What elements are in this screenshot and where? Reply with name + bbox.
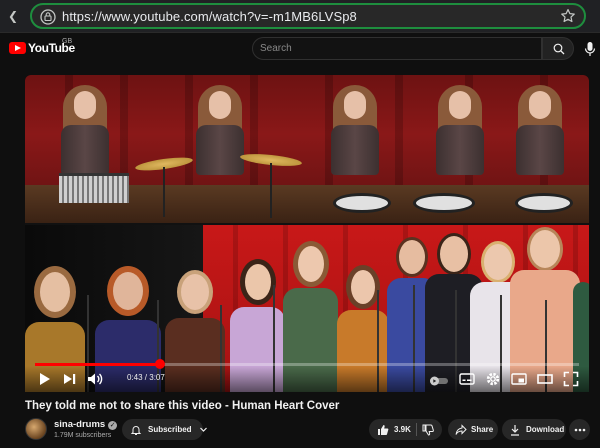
video-frame-drums [25, 75, 589, 223]
search-input[interactable] [253, 38, 541, 59]
subscriber-count: 1.79M subscribers [54, 432, 112, 439]
channel-avatar[interactable] [25, 418, 47, 440]
settings-icon[interactable] [485, 371, 501, 387]
search-button[interactable] [542, 37, 574, 60]
channel-name-row[interactable]: sina-drums ✓ [54, 419, 118, 430]
video-player[interactable]: 0:43 / 3:07 [25, 75, 589, 392]
browser-menu-icon[interactable]: ❮ [4, 7, 22, 25]
like-count[interactable]: 3.9K [394, 425, 411, 434]
verified-icon: ✓ [108, 421, 118, 430]
thumbs-up-icon[interactable] [377, 424, 389, 436]
chevron-down-icon [199, 427, 207, 432]
miniplayer-icon[interactable] [511, 371, 527, 387]
like-divider [415, 423, 417, 436]
subscribed-button[interactable]: Subscribed [122, 419, 207, 440]
address-bar[interactable]: https://www.youtube.com/watch?v=-m1MB6LV… [30, 3, 586, 29]
autoplay-toggle-icon[interactable] [429, 373, 449, 389]
thumbs-down-icon[interactable] [422, 424, 434, 436]
channel-name[interactable]: sina-drums [54, 419, 105, 430]
bell-icon [130, 425, 142, 435]
more-icon [574, 428, 585, 431]
subscribed-label: Subscribed [148, 425, 192, 434]
mic-icon[interactable] [583, 41, 597, 57]
download-icon [511, 424, 519, 436]
url-text[interactable]: https://www.youtube.com/watch?v=-m1MB6LV… [62, 9, 357, 24]
region-code: GB [62, 38, 73, 45]
download-button[interactable]: Download [502, 419, 566, 440]
tune-icon[interactable] [40, 9, 56, 25]
youtube-play-icon [9, 42, 26, 54]
share-button[interactable]: Share [448, 419, 498, 440]
volume-icon[interactable] [87, 371, 103, 387]
theater-icon[interactable] [537, 371, 553, 387]
time-display: 0:43 / 3:07 [127, 373, 165, 382]
play-icon[interactable] [39, 371, 51, 387]
share-icon [455, 423, 467, 435]
share-label: Share [471, 425, 494, 434]
player-controls: 0:43 / 3:07 [25, 366, 589, 392]
more-actions-button[interactable] [569, 419, 590, 440]
like-dislike-group: 3.9K [369, 419, 442, 440]
search-box[interactable] [252, 37, 542, 60]
subtitles-icon[interactable] [459, 371, 475, 387]
search-icon [553, 43, 565, 55]
fullscreen-icon[interactable] [563, 371, 579, 387]
download-label: Download [526, 425, 565, 434]
page-root: ❮ https://www.youtube.com/watch?v=-m1MB6… [0, 0, 600, 448]
youtube-header: YouTube GB [0, 33, 600, 65]
star-icon[interactable] [560, 8, 576, 24]
browser-toolbar: ❮ https://www.youtube.com/watch?v=-m1MB6… [0, 0, 600, 33]
next-icon[interactable] [63, 371, 77, 387]
video-title: They told me not to share this video - H… [25, 400, 340, 412]
